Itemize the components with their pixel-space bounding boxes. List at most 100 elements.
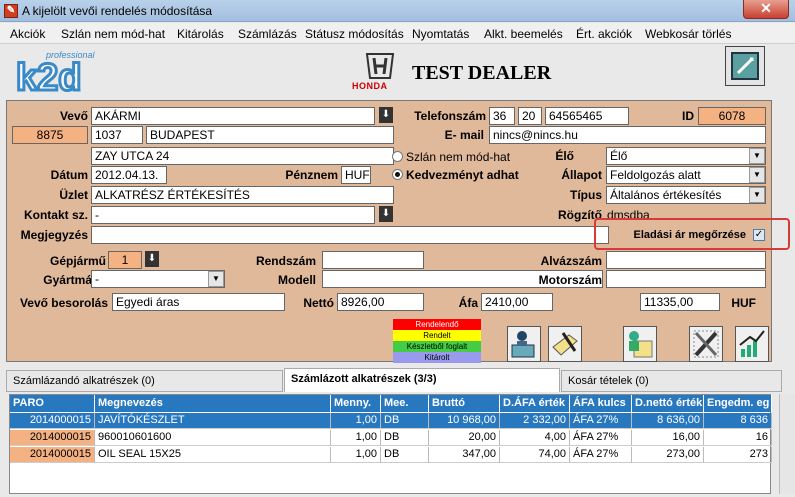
col-brutto[interactable]: Bruttó bbox=[429, 395, 500, 412]
customer-code-field: 8875 bbox=[12, 126, 88, 144]
radio-kedvezmeny[interactable] bbox=[392, 169, 403, 180]
motorszam-field[interactable] bbox=[606, 270, 766, 288]
tipus-dropdown[interactable]: Általános értékesítés bbox=[606, 186, 766, 204]
cell-afa-kulcs: ÁFA 27% bbox=[570, 447, 632, 463]
honda-brand: HONDA bbox=[352, 81, 388, 91]
email-field[interactable]: nincs@nincs.hu bbox=[489, 126, 766, 144]
k2d-logo: professional k2d bbox=[15, 50, 96, 94]
menu-webkosar[interactable]: Webkosár törlés bbox=[645, 27, 731, 41]
col-dnetto[interactable]: D.nettó érték bbox=[632, 395, 704, 412]
gepjarmu-select-button[interactable]: ⬇ bbox=[145, 251, 159, 267]
cell-dnetto: 16,00 bbox=[632, 430, 704, 446]
menu-ert-akciok[interactable]: Ért. akciók bbox=[576, 27, 632, 41]
cell-engedm: 273 bbox=[704, 447, 772, 463]
col-dafa[interactable]: D.ÁFA érték bbox=[500, 395, 570, 412]
col-menny[interactable]: Menny. bbox=[331, 395, 381, 412]
alvazszam-label: Alvázszám bbox=[540, 254, 602, 268]
legend-rendelendo: Rendelendő bbox=[393, 319, 481, 330]
telefon-label: Telefonszám bbox=[414, 109, 486, 123]
allapot-dropdown-arrow[interactable]: ▼ bbox=[749, 167, 765, 183]
rendszam-label: Rendszám bbox=[255, 254, 316, 268]
uzlet-label: Üzlet bbox=[59, 188, 88, 202]
tools-button[interactable] bbox=[689, 326, 723, 362]
gepjarmu-field[interactable]: 1 bbox=[108, 251, 142, 269]
tipus-dropdown-arrow[interactable]: ▼ bbox=[749, 187, 765, 203]
tipus-label: Típus bbox=[570, 188, 602, 202]
elo-dropdown-arrow[interactable]: ▼ bbox=[749, 148, 765, 164]
cell-megnevezes: 960010601600 bbox=[95, 430, 331, 446]
col-afa-kulcs[interactable]: ÁFA kulcs bbox=[570, 395, 632, 412]
datum-label: Dátum bbox=[50, 168, 88, 182]
customer-data-button[interactable] bbox=[507, 326, 541, 362]
rendszam-field[interactable] bbox=[322, 251, 424, 269]
col-megnevezes[interactable]: Megnevezés bbox=[95, 395, 331, 412]
cell-dafa: 2 332,00 bbox=[500, 413, 570, 429]
tab-szamlazando[interactable]: Számlázandó alkatrészek (0) bbox=[6, 370, 283, 392]
street-field[interactable]: ZAY UTCA 24 bbox=[91, 147, 394, 165]
allapot-dropdown[interactable]: Feldolgozás alatt bbox=[606, 166, 766, 184]
tel-country-field[interactable]: 36 bbox=[489, 107, 515, 125]
id-field: 6078 bbox=[698, 107, 766, 125]
menu-alkt-beemeles[interactable]: Alkt. beemelés bbox=[484, 27, 563, 41]
cell-megnevezes: OIL SEAL 15X25 bbox=[95, 447, 331, 463]
chart-up-icon bbox=[739, 330, 765, 357]
menu-szamlazas[interactable]: Számlázás bbox=[238, 27, 297, 41]
radio-szlan-nem-modhat[interactable] bbox=[392, 151, 403, 162]
megjegyzes-field[interactable] bbox=[91, 226, 609, 244]
cell-dafa: 4,00 bbox=[500, 430, 570, 446]
col-paro[interactable]: PARO bbox=[10, 395, 95, 412]
legend-keszletbol: Készletből foglalt bbox=[393, 341, 481, 352]
edit-button[interactable] bbox=[725, 46, 765, 86]
col-mee[interactable]: Mee. bbox=[381, 395, 429, 412]
city-field[interactable]: BUDAPEST bbox=[146, 126, 394, 144]
vevo-label: Vevő bbox=[59, 109, 88, 123]
besorolas-label: Vevő besorolás bbox=[19, 296, 108, 310]
document-edit-button[interactable] bbox=[548, 326, 582, 362]
penznem-field[interactable]: HUF bbox=[341, 166, 371, 184]
uzlet-field[interactable]: ALKATRÉSZ ÉRTÉKESÍTÉS bbox=[91, 186, 394, 204]
id-label: ID bbox=[682, 109, 694, 123]
parts-table: PARO Megnevezés Menny. Mee. Bruttó D.ÁFA… bbox=[9, 394, 772, 494]
statistics-button[interactable] bbox=[735, 326, 769, 362]
kontakt-field[interactable]: - bbox=[91, 206, 375, 224]
menu-akciok[interactable]: Akciók bbox=[10, 27, 45, 41]
cell-brutto: 20,00 bbox=[429, 430, 500, 446]
menu-kitarolas[interactable]: Kitárolás bbox=[177, 27, 224, 41]
vevo-select-button[interactable]: ⬇ bbox=[379, 107, 393, 123]
radio-kedvezmeny-label: Kedvezményt adhat bbox=[406, 168, 519, 182]
menu-szlan[interactable]: Szlán nem mód-hat bbox=[61, 27, 165, 41]
dealer-name: TEST DEALER bbox=[412, 62, 552, 84]
highlight-box bbox=[594, 218, 790, 250]
elo-dropdown[interactable]: Élő bbox=[606, 147, 766, 165]
gyartmany-dropdown[interactable]: - bbox=[91, 270, 225, 288]
person-computer-icon bbox=[511, 331, 535, 358]
gyartmany-dropdown-arrow[interactable]: ▼ bbox=[208, 271, 224, 287]
kontakt-select-button[interactable]: ⬇ bbox=[379, 206, 393, 222]
cell-menny: 1,00 bbox=[331, 413, 381, 429]
besorolas-field: Egyedi áras bbox=[112, 293, 285, 311]
table-scrollbar[interactable] bbox=[779, 394, 795, 494]
cell-brutto: 347,00 bbox=[429, 447, 500, 463]
user-notes-icon bbox=[629, 331, 653, 358]
menu-statusz[interactable]: Státusz módosítás bbox=[305, 27, 404, 41]
cell-paro: 2014000015 bbox=[10, 413, 95, 429]
tel-area-field[interactable]: 20 bbox=[518, 107, 542, 125]
tab-szamlazott[interactable]: Számlázott alkatrészek (3/3) bbox=[284, 368, 560, 392]
legend-rendelt: Rendelt bbox=[393, 330, 481, 341]
tab-kosar[interactable]: Kosár tételek (0) bbox=[561, 370, 782, 392]
tools-icon bbox=[693, 330, 719, 358]
cell-mee: DB bbox=[381, 447, 429, 463]
menu-nyomtatas[interactable]: Nyomtatás bbox=[412, 27, 469, 41]
col-engedm[interactable]: Engedm. eg bbox=[704, 395, 772, 412]
tel-number-field[interactable]: 64565465 bbox=[545, 107, 629, 125]
close-button[interactable]: ✕ bbox=[743, 0, 789, 19]
datum-field[interactable]: 2012.04.13. bbox=[91, 166, 167, 184]
kontakt-label: Kontakt sz. bbox=[23, 208, 88, 222]
alvazszam-field[interactable] bbox=[606, 251, 766, 269]
user-notes-button[interactable] bbox=[623, 326, 657, 362]
zip-field[interactable]: 1037 bbox=[91, 126, 143, 144]
cell-paro: 2014000015 bbox=[10, 430, 95, 446]
cell-paro: 2014000015 bbox=[10, 447, 95, 463]
vevo-field[interactable]: AKÁRMI bbox=[91, 107, 375, 125]
currency-label: HUF bbox=[731, 296, 756, 310]
